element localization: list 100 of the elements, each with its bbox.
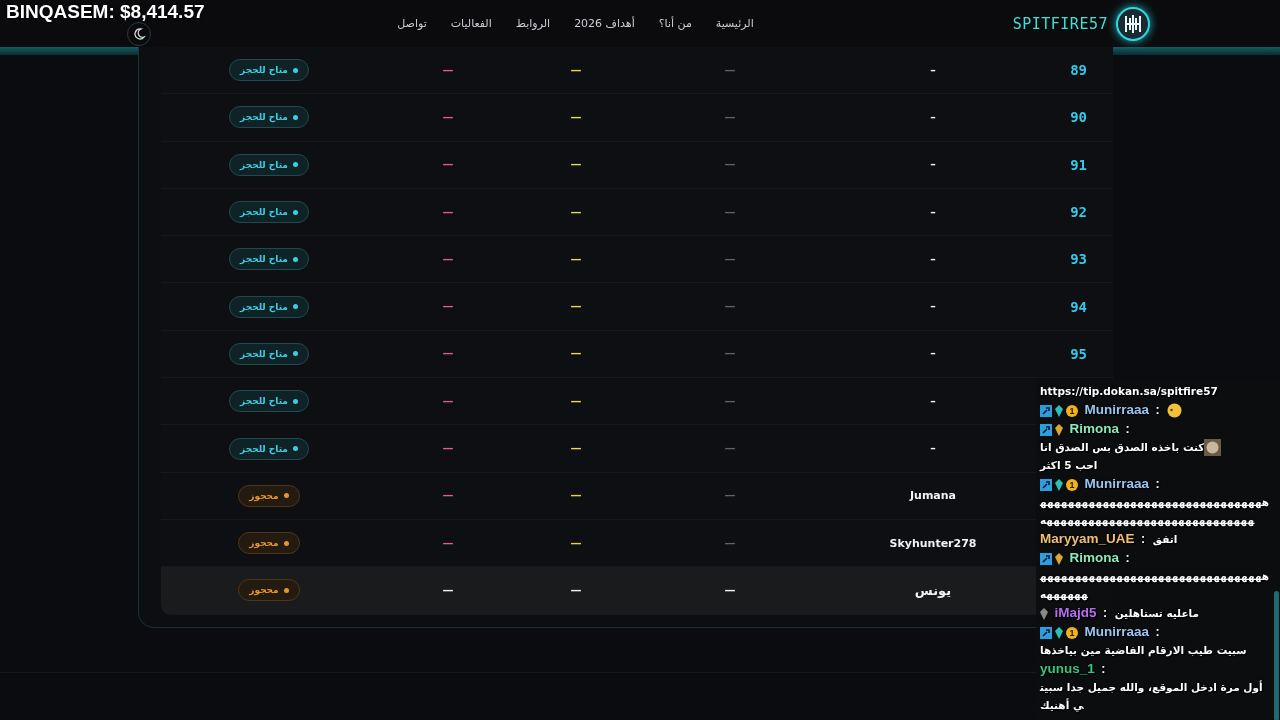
table-cell: — <box>570 394 582 408</box>
table-cell: — <box>724 63 736 77</box>
table-cell: — <box>570 63 582 77</box>
table-cell: — <box>442 158 454 172</box>
table-cell: — <box>570 300 582 314</box>
chat-username[interactable]: Munirraaa <box>1084 624 1149 640</box>
chat-message: https://tip.dokan.sa/spitfire57 <box>1040 384 1218 399</box>
status-badge[interactable]: محجوز <box>238 532 300 555</box>
table-cell: — <box>442 536 454 550</box>
table-cell: — <box>724 300 736 314</box>
status-badge[interactable]: محجوز <box>238 579 300 602</box>
table-cell: — <box>442 583 454 597</box>
wrench-badge-icon <box>1040 423 1052 436</box>
name-cell: – <box>930 110 936 124</box>
table-cell: — <box>442 252 454 266</box>
chat-separator: : <box>1155 477 1160 492</box>
status-badge[interactable]: متاح للحجز <box>229 342 309 365</box>
table-cell: — <box>724 583 736 597</box>
status-badge[interactable]: متاح للحجز <box>229 153 309 176</box>
gem-badge-icon <box>1040 607 1048 620</box>
nav-link[interactable]: تواصل <box>397 17 427 30</box>
nav-link[interactable]: من أنا؟ <box>658 17 692 30</box>
status-badge[interactable]: متاح للحجز <box>229 248 309 271</box>
wrench-badge-icon <box>1040 404 1052 417</box>
chat-message: ماعليه تستاهلين <box>1114 606 1199 622</box>
name-cell: – <box>930 300 936 314</box>
nav-link[interactable]: الرئيسية <box>715 17 754 30</box>
nav-link[interactable]: الفعاليات <box>450 17 492 30</box>
wrench-badge-icon <box>1040 552 1052 565</box>
table-cell: — <box>442 63 454 77</box>
table-cell: — <box>724 394 736 408</box>
table-cell: — <box>570 442 582 455</box>
name-cell: – <box>930 205 936 219</box>
coin-badge: 1 <box>1066 478 1078 491</box>
table-cell: — <box>724 347 736 361</box>
name-cell: يونس <box>914 582 952 598</box>
row-number: 94 <box>1070 298 1087 315</box>
table-cell: — <box>570 110 582 124</box>
chat-message: احب 5 اكثر <box>1040 458 1098 474</box>
chat-username[interactable]: Munirraaa <box>1084 476 1149 492</box>
table-cell: — <box>724 110 736 124</box>
chat-username[interactable]: Rimona <box>1069 421 1119 436</box>
table-cell: — <box>570 205 582 219</box>
table-cell: — <box>442 205 454 219</box>
balance-overlay: BINQASEM: $8,414.57 <box>6 2 205 21</box>
gem-badge-icon <box>1055 552 1063 565</box>
gem-badge-icon <box>1055 423 1063 436</box>
table-cell: — <box>442 347 454 361</box>
chat-message: سبيت طيب الارقام الفاضية مين بياخذها <box>1040 643 1247 659</box>
row-number: 93 <box>1070 251 1087 268</box>
status-badge[interactable]: متاح للحجز <box>229 106 309 129</box>
status-badge[interactable]: متاح للحجز <box>229 390 309 413</box>
status-badge[interactable]: محجوز <box>238 484 300 507</box>
table-cell: — <box>724 158 736 172</box>
wrench-badge-icon <box>1040 478 1052 491</box>
table-cell: — <box>724 489 736 503</box>
table-cell: — <box>570 536 582 550</box>
gem-badge-icon <box>1055 626 1063 639</box>
chat-username[interactable]: yunus_1 <box>1040 661 1095 677</box>
emote-icon <box>1204 439 1222 457</box>
coin-badge: 1 <box>1066 626 1078 639</box>
table-cell: — <box>570 489 582 503</box>
brand-name[interactable]: SPITFIRE57 <box>1012 14 1108 33</box>
row-number: 90 <box>1070 109 1087 126</box>
chat-username[interactable]: Maryyam_UAE <box>1040 531 1135 547</box>
nav-link[interactable]: الروابط <box>515 17 551 30</box>
table-cell: — <box>570 158 582 172</box>
gem-badge-icon <box>1055 478 1063 491</box>
chat-username[interactable]: Munirraaa <box>1084 402 1149 417</box>
table-cell: — <box>724 536 736 550</box>
table-cell: — <box>724 205 736 219</box>
table-cell: — <box>442 110 454 124</box>
row-number: 91 <box>1070 156 1087 173</box>
name-cell: Skyhunter278 <box>889 536 977 550</box>
name-cell: – <box>930 442 936 455</box>
chat-separator: : <box>1101 662 1106 677</box>
name-cell: – <box>930 347 936 361</box>
scrollbar-thumb[interactable] <box>1274 591 1279 720</box>
chat-separator: : <box>1125 422 1130 436</box>
name-cell: – <box>930 394 936 408</box>
chat-username[interactable]: iMajd5 <box>1054 605 1097 621</box>
row-number: 89 <box>1070 62 1087 79</box>
status-badge[interactable]: متاح للحجز <box>229 59 309 82</box>
nav-link[interactable]: أهداف 2026 <box>574 17 635 30</box>
row-number: 92 <box>1070 204 1087 221</box>
chat-message: أول مرة ادخل الموقع، والله جميل جدا سبيتي أهنيك <box>1040 679 1264 714</box>
chat-message: هههههههههههههههههههههههههههههههههههههههههههههههههههههههههههههههه <box>1040 495 1271 529</box>
status-badge[interactable]: متاح للحجز <box>229 295 309 318</box>
status-badge[interactable]: متاح للحجز <box>229 201 309 224</box>
chat-username[interactable]: Rimona <box>1069 550 1119 566</box>
chat-separator: : <box>1125 551 1130 566</box>
name-cell: – <box>930 63 936 77</box>
chat-message: كنت باخذه الصدق بس الصدق انا <box>1040 440 1205 456</box>
chat-message: اتفق <box>1152 532 1178 548</box>
name-cell: – <box>930 252 936 266</box>
chat-separator: : <box>1141 532 1146 547</box>
table-cell: — <box>570 583 582 597</box>
status-badge[interactable]: متاح للحجز <box>229 437 309 460</box>
table-cell: — <box>724 442 736 455</box>
logo-icon[interactable] <box>1116 6 1150 41</box>
